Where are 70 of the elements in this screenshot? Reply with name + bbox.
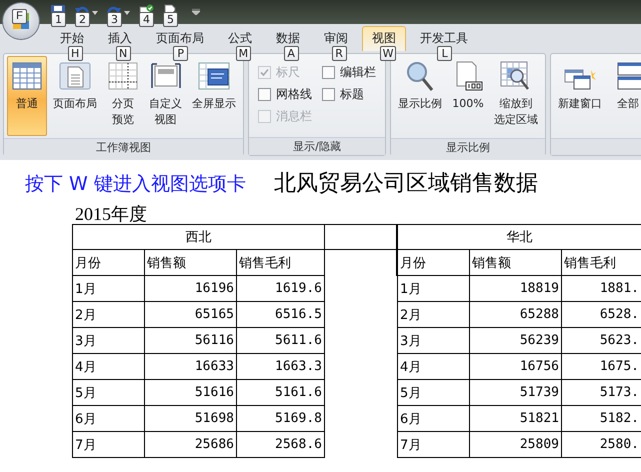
column-header: 月份 <box>72 250 145 276</box>
keytip-tooltip: 3 <box>107 12 122 27</box>
table-cell: 56116 <box>145 328 237 354</box>
table-cell: 51616 <box>145 380 237 406</box>
keytip-tooltip: L <box>437 46 452 61</box>
table-cell: 51698 <box>145 406 237 432</box>
keytip-tooltip: M <box>236 46 252 61</box>
table-cell: 6月 <box>72 406 145 432</box>
table-cell: 5169.8 <box>237 406 325 432</box>
keytip-tooltip: 5 <box>163 12 178 27</box>
region-header: 西北 <box>72 224 325 250</box>
table-cell: 65288 <box>470 302 562 328</box>
table-cell: 6月 <box>397 406 470 432</box>
table-cell: 6528. <box>562 302 641 328</box>
table-cell: 16633 <box>145 354 237 380</box>
table-cell: 2568.6 <box>237 432 325 458</box>
table-cell: 7月 <box>397 432 470 458</box>
table-cell: 5161.6 <box>237 380 325 406</box>
table-cell: 5623. <box>562 328 641 354</box>
table-cell: 1月 <box>72 276 145 302</box>
table-cell: 5月 <box>72 380 145 406</box>
region-header: 华北 <box>397 224 641 250</box>
table-cell: 16756 <box>470 354 562 380</box>
table-cell: 5611.6 <box>237 328 325 354</box>
keytip-tooltip: A <box>284 46 299 61</box>
column-header: 销售毛利 <box>562 250 641 276</box>
table-cell: 25809 <box>470 432 562 458</box>
table-cell: 51739 <box>470 380 562 406</box>
group-title: 工作簿视图 <box>4 138 243 156</box>
keytip-tooltip: R <box>332 46 347 61</box>
table-cell: 1月 <box>397 276 470 302</box>
table-cell: 16196 <box>145 276 237 302</box>
table-cell: 2月 <box>397 302 470 328</box>
table-cell: 1675. <box>562 354 641 380</box>
table-cell: 3月 <box>397 328 470 354</box>
table-cell: 1619.6 <box>237 276 325 302</box>
table-cell: 5月 <box>397 380 470 406</box>
table-cell: 2月 <box>72 302 145 328</box>
table-cell: 4月 <box>72 354 145 380</box>
table-cell: 1663.3 <box>237 354 325 380</box>
keytip-tooltip: 2 <box>75 12 90 27</box>
keytip-tooltip: P <box>173 46 188 61</box>
table-cell: 6516.5 <box>237 302 325 328</box>
column-header: 月份 <box>397 250 470 276</box>
table-cell: 51821 <box>470 406 562 432</box>
column-header: 销售额 <box>145 250 237 276</box>
table-cell: 7月 <box>72 432 145 458</box>
table-cell: 1881. <box>562 276 641 302</box>
sheet-title: 北风贸易公司区域销售数据 <box>274 170 538 198</box>
table-cell: 5182. <box>562 406 641 432</box>
group-title: 显示比例 <box>391 138 545 156</box>
keytip-tooltip: H <box>68 46 83 61</box>
table-cell: 25686 <box>145 432 237 458</box>
keytip-tooltip: N <box>116 46 131 61</box>
group-title: 显示/隐藏 <box>249 137 385 155</box>
keytip-tooltip: F <box>12 9 27 24</box>
table-cell: 3月 <box>72 328 145 354</box>
table-cell: 5173. <box>562 380 641 406</box>
column-header: 销售毛利 <box>237 250 325 276</box>
table-cell: 4月 <box>397 354 470 380</box>
instruction-text: 按下 W 键进入视图选项卡 <box>25 172 246 197</box>
table-cell: 18819 <box>470 276 562 302</box>
table-cell: 2580. <box>562 432 641 458</box>
keytip-tooltip: 4 <box>139 12 154 27</box>
table-cell: 65165 <box>145 302 237 328</box>
column-header: 销售额 <box>470 250 562 276</box>
keytip-tooltip: W <box>380 46 396 61</box>
year-label: 2015年度 <box>75 204 148 224</box>
table-cell: 56239 <box>470 328 562 354</box>
keytip-tooltip: 1 <box>51 12 66 27</box>
